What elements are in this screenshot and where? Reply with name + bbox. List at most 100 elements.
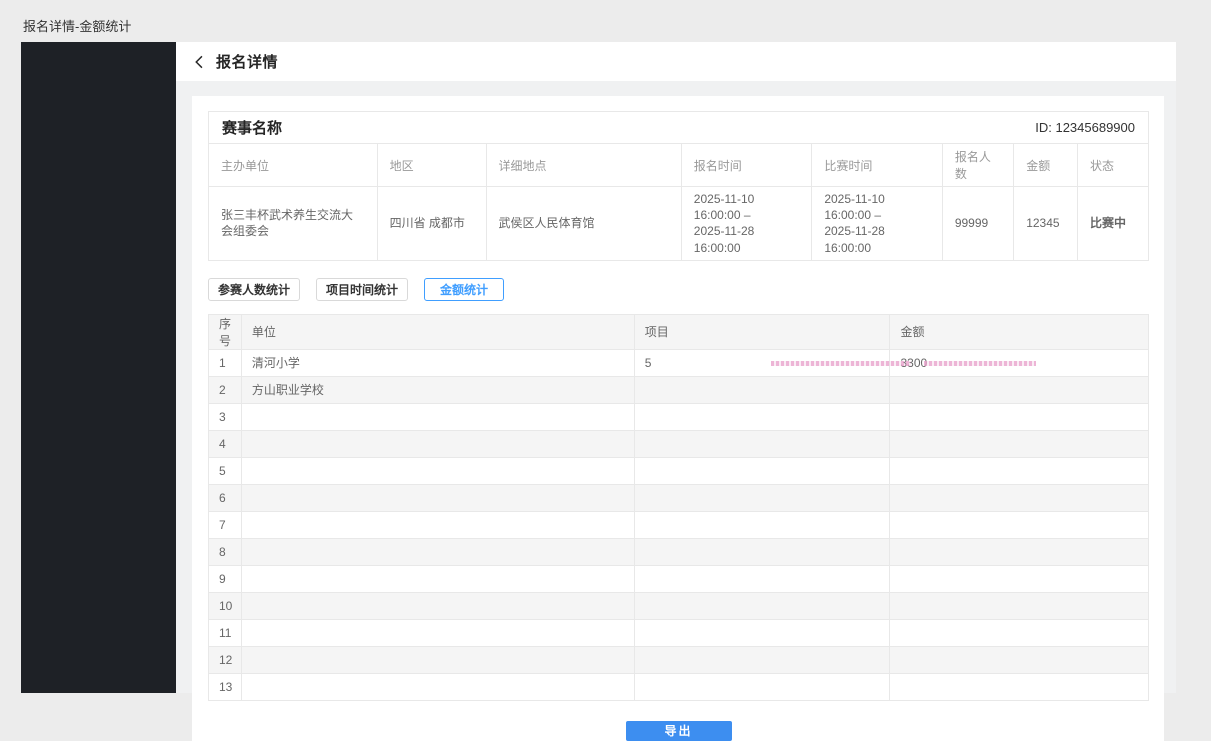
- table-row: 3: [209, 403, 1149, 430]
- cell-unit: [241, 457, 634, 484]
- cell-unit: 清河小学: [241, 349, 634, 376]
- export-row: 导出: [208, 721, 1149, 741]
- cell-unit: [241, 565, 634, 592]
- stats-header-row: 序号单位项目金额: [209, 314, 1149, 349]
- event-details-table: 主办单位地区详细地点报名时间比赛时间报名人数金额状态 张三丰杯武术养生交流大会组…: [209, 144, 1148, 260]
- cell-project: [634, 538, 890, 565]
- cell-project: [634, 673, 890, 700]
- cell-project: [634, 619, 890, 646]
- cell-no: 6: [209, 484, 242, 511]
- table-row: 9: [209, 565, 1149, 592]
- cell-amount: [890, 673, 1149, 700]
- table-row: 2方山职业学校: [209, 376, 1149, 403]
- tab-button-2[interactable]: 金额统计: [424, 278, 504, 301]
- cell-amount: [890, 619, 1149, 646]
- event-column-header: 金额: [1014, 144, 1078, 187]
- cell-project: [634, 484, 890, 511]
- table-row: 5: [209, 457, 1149, 484]
- stats-column-header: 序号: [209, 314, 242, 349]
- tab-button-1[interactable]: 项目时间统计: [316, 278, 408, 301]
- table-row: 13: [209, 673, 1149, 700]
- match-time-line1: 2025-11-10 16:00:00 –: [824, 191, 930, 223]
- event-column-header: 报名时间: [681, 144, 812, 187]
- cell-amount: [890, 592, 1149, 619]
- event-column-header: 地区: [377, 144, 486, 187]
- cell-amount: [890, 646, 1149, 673]
- event-column-header: 报名人数: [942, 144, 1013, 187]
- cell-unit: [241, 673, 634, 700]
- stats-table: 序号单位项目金额 1清河小学533002方山职业学校34567891011121…: [208, 314, 1149, 701]
- event-amount: 12345: [1014, 187, 1078, 260]
- stats-table-wrap: 序号单位项目金额 1清河小学533002方山职业学校34567891011121…: [208, 314, 1149, 701]
- main-area: 报名详情 赛事名称 ID: 12345689900 主办单位地区详细地点报名时间…: [176, 42, 1176, 693]
- cell-unit: [241, 403, 634, 430]
- cell-amount: [890, 511, 1149, 538]
- sidebar: [21, 42, 176, 693]
- stats-column-header: 金额: [890, 314, 1149, 349]
- cell-unit: [241, 430, 634, 457]
- cell-amount: [890, 484, 1149, 511]
- stats-column-header: 单位: [241, 314, 634, 349]
- cell-unit: [241, 484, 634, 511]
- cell-no: 3: [209, 403, 242, 430]
- cell-no: 11: [209, 619, 242, 646]
- back-chevron-icon[interactable]: [193, 55, 206, 69]
- cell-amount: [890, 565, 1149, 592]
- event-section-title: 赛事名称: [222, 117, 282, 138]
- export-button[interactable]: 导出: [626, 721, 732, 741]
- cell-unit: [241, 619, 634, 646]
- cell-project: [634, 592, 890, 619]
- cell-unit: [241, 538, 634, 565]
- cell-unit: [241, 646, 634, 673]
- cell-no: 10: [209, 592, 242, 619]
- table-row: 7: [209, 511, 1149, 538]
- cell-no: 4: [209, 430, 242, 457]
- cell-project: [634, 646, 890, 673]
- page-heading: 报名详情: [216, 51, 278, 72]
- page-title: 报名详情-金额统计: [23, 16, 131, 35]
- cell-amount: [890, 376, 1149, 403]
- event-signup-count: 99999: [942, 187, 1013, 260]
- cell-amount: [890, 403, 1149, 430]
- cell-amount: 3300: [890, 349, 1149, 376]
- cell-no: 9: [209, 565, 242, 592]
- event-organizer: 张三丰杯武术养生交流大会组委会: [209, 187, 377, 260]
- event-values-row: 张三丰杯武术养生交流大会组委会 四川省 成都市 武侯区人民体育馆 2025-11…: [209, 187, 1148, 260]
- cell-no: 5: [209, 457, 242, 484]
- table-row: 6: [209, 484, 1149, 511]
- cell-project: [634, 403, 890, 430]
- status-badge: 比赛中: [1078, 187, 1148, 260]
- table-row: 4: [209, 430, 1149, 457]
- cell-unit: 方山职业学校: [241, 376, 634, 403]
- cell-no: 1: [209, 349, 242, 376]
- table-row: 8: [209, 538, 1149, 565]
- topbar: 报名详情: [176, 42, 1176, 81]
- event-info-box: 赛事名称 ID: 12345689900 主办单位地区详细地点报名时间比赛时间报…: [208, 111, 1149, 261]
- event-column-header: 比赛时间: [812, 144, 943, 187]
- cell-project: [634, 430, 890, 457]
- signup-time-line1: 2025-11-10 16:00:00 –: [694, 191, 800, 223]
- cell-project: [634, 511, 890, 538]
- cell-no: 13: [209, 673, 242, 700]
- event-column-header: 主办单位: [209, 144, 377, 187]
- table-row: 11: [209, 619, 1149, 646]
- signup-time-line2: 2025-11-28 16:00:00: [694, 223, 800, 255]
- cell-project: [634, 376, 890, 403]
- stats-table-body: 1清河小学533002方山职业学校345678910111213: [209, 349, 1149, 700]
- match-time-line2: 2025-11-28 16:00:00: [824, 223, 930, 255]
- content-card: 赛事名称 ID: 12345689900 主办单位地区详细地点报名时间比赛时间报…: [192, 96, 1164, 741]
- cell-project: [634, 457, 890, 484]
- cell-no: 2: [209, 376, 242, 403]
- cell-amount: [890, 430, 1149, 457]
- event-venue: 武侯区人民体育馆: [486, 187, 681, 260]
- stats-column-header: 项目: [634, 314, 890, 349]
- cell-no: 8: [209, 538, 242, 565]
- event-id: ID: 12345689900: [1035, 120, 1135, 135]
- tab-button-0[interactable]: 参赛人数统计: [208, 278, 300, 301]
- event-column-header: 状态: [1078, 144, 1148, 187]
- event-region: 四川省 成都市: [377, 187, 486, 260]
- cell-no: 12: [209, 646, 242, 673]
- cell-amount: [890, 538, 1149, 565]
- event-table-header-row: 主办单位地区详细地点报名时间比赛时间报名人数金额状态: [209, 144, 1148, 187]
- event-signup-time: 2025-11-10 16:00:00 – 2025-11-28 16:00:0…: [681, 187, 812, 260]
